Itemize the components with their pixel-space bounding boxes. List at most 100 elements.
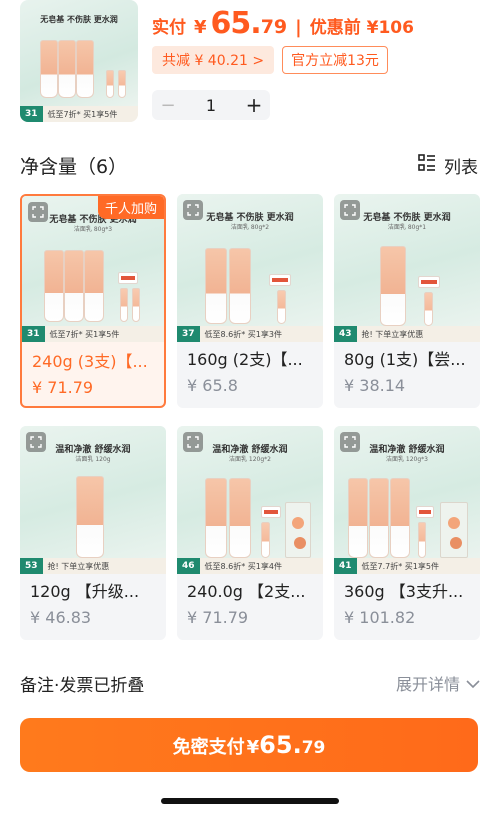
list-view-toggle[interactable]: 列表 — [418, 153, 478, 178]
option-info: 120g 【升级... ¥ 46.83 — [30, 578, 158, 627]
tube-image — [76, 40, 94, 98]
option-price: ¥ 46.83 — [30, 608, 92, 627]
expand-image-icon[interactable] — [28, 202, 48, 222]
gift-box — [285, 502, 311, 558]
tube-image — [84, 250, 104, 322]
option-card-240g-2[interactable]: 温和净澈 舒缓水润 洁面乳 120g*2 46 低至8.6折* 买1享4件 24… — [177, 426, 323, 640]
sample-box — [261, 506, 281, 518]
sample-box — [269, 274, 291, 286]
expand-details-label: 展开详情 — [395, 675, 460, 694]
tube-image — [40, 40, 58, 98]
tube-image — [418, 522, 426, 558]
expand-image-icon[interactable] — [26, 432, 46, 452]
increase-button[interactable]: + — [238, 93, 270, 117]
thumbnail-headline: 无皂基 不伤肤 更水润 — [40, 15, 118, 24]
promo-strip: 43 抢! 下单立享优惠 — [334, 326, 480, 342]
tube-image — [369, 478, 389, 558]
image-subtitle: 洁面乳 80g*2 — [230, 224, 270, 231]
option-title: 160g (2支)【... — [187, 350, 303, 369]
promo-tag: 43 — [334, 326, 357, 342]
option-price: ¥ 71.79 — [187, 608, 249, 627]
option-info: 240g (3支)【... ¥ 71.79 — [32, 348, 156, 397]
list-icon — [418, 154, 436, 177]
option-card-240g-3[interactable]: 无皂基 不伤肤 更水润 洁面乳 80g*3 31 低至7折* 买1享5件 千人加… — [20, 194, 166, 408]
expand-image-icon[interactable] — [340, 200, 360, 220]
option-title: 240.0g 【2支... — [187, 582, 306, 601]
option-card-160g-2[interactable]: 无皂基 不伤肤 更水润 洁面乳 80g*2 37 低至8.6折* 买1享3件 1… — [177, 194, 323, 408]
expand-image-icon[interactable] — [340, 432, 360, 452]
expand-details-link[interactable]: 展开详情 — [396, 671, 480, 695]
tube-image — [229, 248, 251, 324]
password-free-pay-button[interactable]: 免密支付 ¥ 65. 79 — [20, 718, 478, 772]
image-subtitle: 洁面乳 120g — [75, 456, 111, 463]
image-subtitle: 洁面乳 80g*1 — [387, 224, 427, 231]
sample-box — [418, 276, 440, 288]
promo-tag: 41 — [334, 558, 357, 574]
list-label: 列表 — [444, 158, 478, 178]
section-title: 净含量（6） — [20, 156, 128, 178]
promo-text: 低至7折* 买1享5件 — [47, 109, 118, 119]
option-title: 120g 【升级... — [30, 582, 140, 601]
option-card-80g-1[interactable]: 无皂基 不伤肤 更水润 洁面乳 80g*1 43 抢! 下单立享优惠 80g (… — [334, 194, 480, 408]
image-subtitle: 洁面乳 80g*3 — [73, 226, 113, 233]
option-title: 80g (1支)【尝... — [344, 350, 466, 369]
tube-image — [118, 70, 126, 98]
paid-label: 实付 — [152, 18, 186, 38]
image-subtitle: 洁面乳 120g*3 — [386, 456, 428, 463]
option-title: 240g (3支)【... — [32, 352, 148, 371]
tube-image — [348, 478, 368, 558]
notes-invoice-label: 备注·发票已折叠 — [20, 675, 145, 696]
tube-image — [76, 476, 104, 558]
tube-image — [205, 248, 227, 324]
tube-image — [380, 246, 406, 326]
promo-text: 抢! 下单立享优惠 — [47, 561, 110, 571]
promo-strip: 46 低至8.6折* 买1享4件 — [177, 558, 323, 574]
official-discount-badge: 官方立减13元 — [282, 46, 388, 74]
tube-image — [205, 478, 227, 558]
popular-badge: 千人加购 — [97, 196, 164, 219]
promo-strip: 41 低至7.7折* 买1享5件 — [334, 558, 480, 574]
promo-text: 低至7折* 买1享5件 — [49, 329, 120, 339]
promo-strip: 31 低至7折* 买1享5件 — [20, 106, 138, 122]
option-card-360g-3[interactable]: 温和净澈 舒缓水润 洁面乳 120g*3 41 低至7.7折* 买1享5件 36… — [334, 426, 480, 640]
notes-row[interactable]: 备注·发票已折叠 展开详情 — [20, 668, 480, 698]
price-decimal: 79 — [260, 16, 288, 38]
promo-strip: 53 抢! 下单立享优惠 — [20, 558, 166, 574]
promo-text: 抢! 下单立享优惠 — [361, 329, 424, 339]
promo-tag: 31 — [22, 326, 45, 342]
tube-image — [44, 250, 64, 322]
expand-image-icon[interactable] — [183, 432, 203, 452]
decrease-button[interactable]: − — [152, 95, 184, 116]
image-subtitle: 洁面乳 120g*2 — [229, 456, 271, 463]
sample-box — [416, 506, 434, 518]
option-info: 80g (1支)【尝... ¥ 38.14 — [344, 346, 472, 395]
promo-tag: 37 — [177, 326, 200, 342]
option-card-120g[interactable]: 温和净澈 舒缓水润 洁面乳 120g 53 抢! 下单立享优惠 120g 【升级… — [20, 426, 166, 640]
promo-strip: 37 低至8.6折* 买1享3件 — [177, 326, 323, 342]
gift-box — [440, 502, 468, 558]
quantity-stepper: − 1 + — [152, 90, 270, 120]
tube-image — [390, 478, 410, 558]
tube-image — [120, 288, 128, 322]
promo-tag: 53 — [20, 558, 43, 574]
option-grid: 无皂基 不伤肤 更水润 洁面乳 80g*3 31 低至7折* 买1享5件 千人加… — [20, 194, 480, 640]
promo-tag: 31 — [20, 106, 43, 122]
option-info: 240.0g 【2支... ¥ 71.79 — [187, 578, 315, 627]
quantity-value[interactable]: 1 — [184, 96, 238, 115]
pay-button-label: 免密支付 — [172, 737, 245, 758]
tube-image — [261, 522, 270, 558]
price-separator: | — [295, 17, 302, 38]
option-info: 360g 【3支升... ¥ 101.82 — [344, 578, 472, 627]
pay-currency: ¥ — [246, 737, 260, 758]
pay-amount-decimal: 79 — [301, 738, 326, 758]
total-discount-pill[interactable]: 共减 ¥ 40.21 > — [152, 46, 275, 74]
option-title: 360g 【3支升... — [344, 582, 464, 601]
tube-image — [64, 250, 84, 322]
expand-image-icon[interactable] — [183, 200, 203, 220]
product-thumbnail[interactable]: 无皂基 不伤肤 更水润 31 低至7折* 买1享5件 — [20, 0, 138, 122]
option-price: ¥ 71.79 — [32, 378, 94, 397]
promo-text: 低至8.6折* 买1享3件 — [204, 329, 282, 339]
sample-box — [118, 272, 138, 284]
price-integer: 65. — [210, 6, 262, 41]
pay-amount-integer: 65. — [259, 731, 302, 759]
